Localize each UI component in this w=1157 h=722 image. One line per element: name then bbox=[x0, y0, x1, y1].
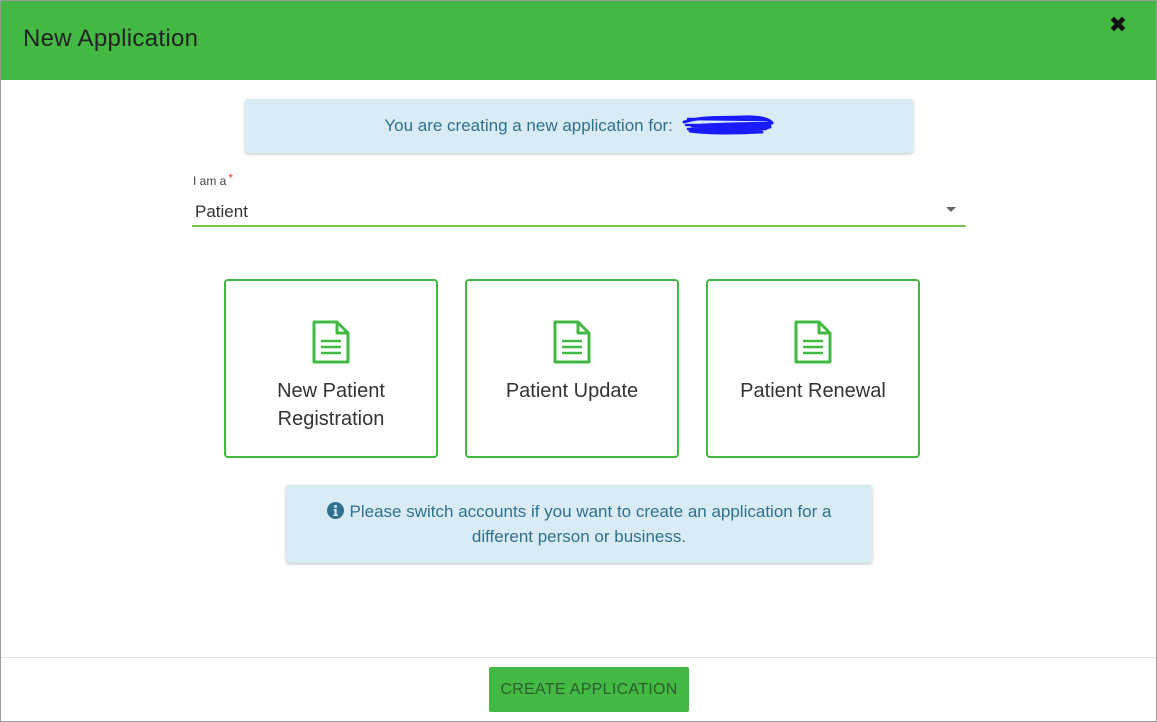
new-patient-registration-card[interactable]: New Patient Registration bbox=[224, 279, 438, 458]
applicant-banner-text: You are creating a new application for: bbox=[384, 116, 673, 135]
role-field-label: I am a * bbox=[193, 171, 234, 188]
role-select[interactable]: Patient bbox=[192, 196, 966, 227]
caret-down-icon bbox=[946, 207, 956, 212]
document-icon bbox=[312, 320, 350, 364]
patient-update-card[interactable]: Patient Update bbox=[465, 279, 679, 458]
role-label-text: I am a bbox=[193, 174, 227, 188]
required-marker: * bbox=[228, 171, 234, 185]
applicant-banner: You are creating a new application for: bbox=[245, 99, 913, 153]
new-application-dialog: New Application ✖ You are creating a new… bbox=[0, 0, 1157, 722]
card-label: Patient Renewal bbox=[740, 380, 886, 402]
close-button[interactable]: ✖ bbox=[1108, 14, 1128, 36]
patient-renewal-card[interactable]: Patient Renewal bbox=[706, 279, 920, 458]
document-icon bbox=[553, 320, 591, 364]
redacted-scribble bbox=[682, 114, 774, 134]
role-select-value: Patient bbox=[195, 202, 248, 221]
card-label: New Patient Registration bbox=[277, 380, 385, 430]
close-icon: ✖ bbox=[1108, 12, 1128, 37]
info-circle-icon bbox=[326, 502, 344, 519]
notice-text: Please switch accounts if you want to cr… bbox=[349, 502, 832, 546]
card-label: Patient Update bbox=[505, 380, 639, 402]
create-application-button[interactable]: CREATE APPLICATION bbox=[489, 667, 689, 712]
document-icon bbox=[794, 320, 832, 364]
dialog-header: New Application ✖ bbox=[1, 1, 1156, 80]
footer-divider bbox=[1, 657, 1156, 658]
switch-account-notice: Please switch accounts if you want to cr… bbox=[286, 485, 872, 563]
dialog-title: New Application bbox=[23, 25, 199, 52]
